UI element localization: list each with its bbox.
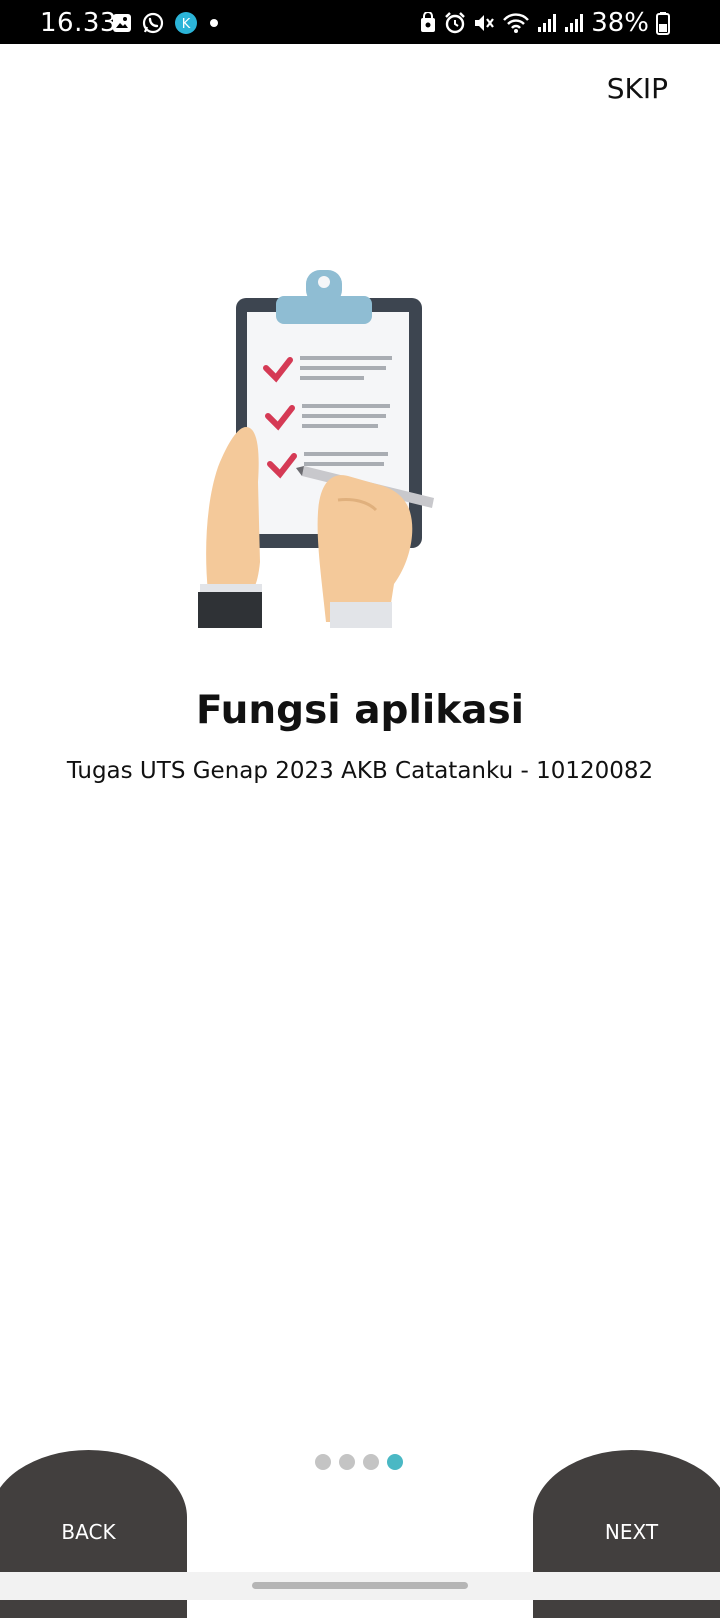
onboarding-title: Fungsi aplikasi [195,688,525,733]
status-bar: 16.33 K 38% [0,0,720,44]
next-button-label: NEXT [604,1520,659,1544]
signal-icon [565,14,584,32]
status-notification-icons: K [112,11,220,35]
back-button-label: BACK [61,1520,116,1544]
lock-save-icon [421,12,436,32]
clipboard-checklist-illustration [198,270,434,628]
status-time: 16.33 [40,8,117,38]
dot-icon [210,19,218,27]
page-dot-1 [315,1454,331,1470]
gesture-nav-bar [0,1572,720,1600]
app-notification-icon: K [175,12,197,34]
svg-text:K: K [182,17,191,32]
battery-icon [656,12,670,35]
status-system-icons: 38% [419,8,670,38]
whatsapp-icon [142,12,164,34]
page-indicator [315,1454,403,1470]
signal-icon [538,14,557,32]
page-dot-3 [363,1454,379,1470]
page-dot-4-active [387,1454,403,1470]
mute-icon [475,15,495,31]
wifi-icon [503,13,530,33]
home-indicator[interactable] [252,1582,468,1589]
battery-percent: 38% [591,8,649,38]
gallery-icon [113,14,131,32]
page-dot-2 [339,1454,355,1470]
alarm-icon [445,12,466,34]
onboarding-subtitle: Tugas UTS Genap 2023 AKB Catatanku - 101… [66,758,654,784]
skip-button[interactable]: SKIP [607,72,668,105]
